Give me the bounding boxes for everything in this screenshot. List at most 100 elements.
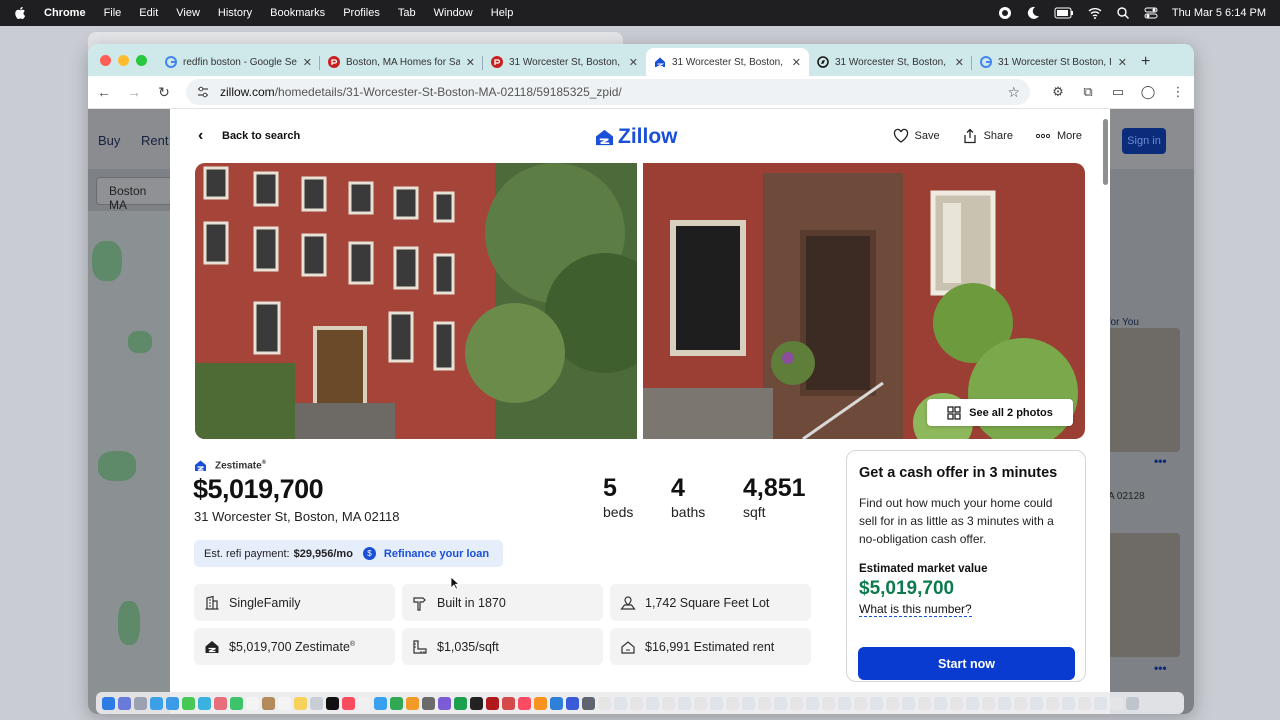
close-tab-icon[interactable]: ✕ [955,56,964,69]
extensions-puzzle-icon[interactable]: ⧉ [1080,84,1096,100]
document-icon[interactable] [1046,696,1059,710]
document-icon[interactable] [758,696,771,710]
reload-icon[interactable]: ↻ [156,84,172,100]
what-is-this-number-link[interactable]: What is this number? [859,602,972,617]
chrome-menu-icon[interactable]: ⋮ [1170,84,1186,100]
modal-scrollbar[interactable] [1103,119,1108,185]
record-icon[interactable] [998,6,1012,20]
tab-worcester-google[interactable]: 31 Worcester St Boston, I ✕ [972,48,1135,76]
minimize-window-button[interactable] [118,54,129,66]
terminal-icon[interactable] [470,696,483,710]
document-icon[interactable] [1030,696,1043,710]
menu-app-name[interactable]: Chrome [44,7,86,19]
moon-icon[interactable] [1026,6,1040,20]
document-icon[interactable] [854,696,867,710]
tab-worcester-zillow[interactable]: 31 Worcester St, Boston, ✕ [646,48,809,76]
document-icon[interactable] [918,696,931,710]
mail-icon[interactable] [166,696,179,710]
close-tab-icon[interactable]: ✕ [792,56,801,69]
menu-window[interactable]: Window [434,7,473,19]
document-icon[interactable] [806,696,819,710]
close-window-button[interactable] [100,54,111,66]
close-tab-icon[interactable]: ✕ [466,56,475,69]
close-tab-icon[interactable]: ✕ [1118,56,1127,69]
notes-icon[interactable] [294,696,307,710]
menu-help[interactable]: Help [491,7,514,19]
freeform-icon[interactable] [310,696,323,710]
app-icon[interactable] [486,696,499,710]
music-icon[interactable] [342,696,355,710]
document-icon[interactable] [726,696,739,710]
menu-view[interactable]: View [176,7,200,19]
profile-icon[interactable]: ◯ [1140,84,1156,100]
document-icon[interactable] [950,696,963,710]
slack-icon[interactable] [438,696,451,710]
document-icon[interactable] [886,696,899,710]
menu-file[interactable]: File [104,7,122,19]
document-icon[interactable] [694,696,707,710]
app-icon[interactable] [550,696,563,710]
document-icon[interactable] [678,696,691,710]
app-icon[interactable] [518,696,531,710]
document-icon[interactable] [774,696,787,710]
calendar-icon[interactable] [246,696,259,710]
document-icon[interactable] [822,696,835,710]
forward-arrow-icon[interactable]: → [126,84,142,100]
close-tab-icon[interactable]: ✕ [629,56,638,69]
document-icon[interactable] [982,696,995,710]
safari-icon[interactable] [150,696,163,710]
menu-history[interactable]: History [218,7,252,19]
numbers-icon[interactable] [390,696,403,710]
tab-boston-homes[interactable]: Boston, MA Homes for Sa ✕ [320,48,483,76]
site-settings-icon[interactable] [196,85,210,99]
menu-tab[interactable]: Tab [398,7,416,19]
menu-bookmarks[interactable]: Bookmarks [270,7,325,19]
refinance-link[interactable]: Refinance your loan [384,548,489,560]
menubar-clock[interactable]: Thu Mar 5 6:14 PM [1172,7,1266,19]
document-icon[interactable] [598,696,611,710]
document-icon[interactable] [998,696,1011,710]
app-icon[interactable] [134,696,147,710]
more-button[interactable]: More [1035,128,1082,144]
app-icon[interactable] [502,696,515,710]
document-icon[interactable] [1110,696,1123,710]
start-now-button[interactable]: Start now [858,647,1075,680]
back-arrow-icon[interactable]: ← [96,84,112,100]
search-icon[interactable] [1116,6,1130,20]
news-icon[interactable] [358,696,371,710]
photos-icon[interactable] [214,696,227,710]
document-icon[interactable] [1014,696,1027,710]
document-icon[interactable] [662,696,675,710]
document-icon[interactable] [646,696,659,710]
reminders-icon[interactable] [278,696,291,710]
settings-icon[interactable] [422,696,435,710]
back-to-search-button[interactable]: ‹ Back to search [198,127,300,145]
tab-redfin-google[interactable]: redfin boston - Google Se ✕ [157,48,320,76]
messages-icon[interactable] [182,696,195,710]
document-icon[interactable] [790,696,803,710]
tv-icon[interactable] [326,696,339,710]
menu-profiles[interactable]: Profiles [343,7,380,19]
bookmark-star-icon[interactable]: ☆ [1007,84,1020,101]
listing-photo-exterior[interactable] [195,163,637,439]
contacts-icon[interactable] [262,696,275,710]
launchpad-icon[interactable] [118,696,131,710]
document-icon[interactable] [838,696,851,710]
control-center-icon[interactable] [1144,6,1158,20]
document-icon[interactable] [902,696,915,710]
close-tab-icon[interactable]: ✕ [303,56,312,69]
document-icon[interactable] [870,696,883,710]
document-icon[interactable] [934,696,947,710]
document-icon[interactable] [630,696,643,710]
document-icon[interactable] [742,696,755,710]
finder-icon[interactable] [102,696,115,710]
document-icon[interactable] [710,696,723,710]
share-button[interactable]: Share [962,128,1013,144]
app-icon[interactable] [566,696,579,710]
document-icon[interactable] [1094,696,1107,710]
document-icon[interactable] [1078,696,1091,710]
document-icon[interactable] [614,696,627,710]
zoom-window-button[interactable] [136,54,147,66]
address-bar[interactable]: zillow.com/homedetails/31-Worcester-St-B… [186,79,1030,105]
apple-logo-icon[interactable] [14,6,26,20]
